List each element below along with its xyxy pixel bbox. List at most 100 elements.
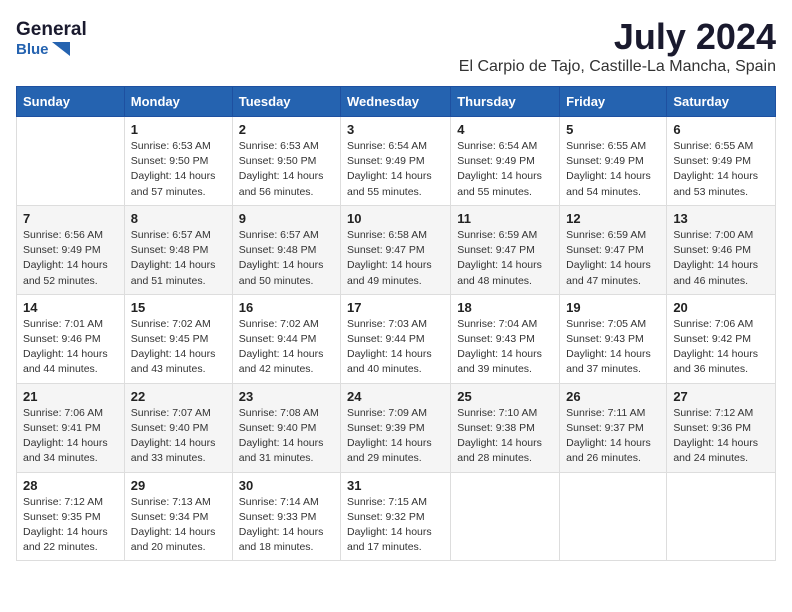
calendar-cell [560, 472, 667, 561]
day-info: Sunrise: 7:02 AMSunset: 9:45 PMDaylight:… [131, 317, 226, 378]
calendar-week-row: 14 Sunrise: 7:01 AMSunset: 9:46 PMDayligh… [17, 294, 776, 383]
calendar-week-row: 28 Sunrise: 7:12 AMSunset: 9:35 PMDayligh… [17, 472, 776, 561]
day-info: Sunrise: 6:57 AMSunset: 9:48 PMDaylight:… [239, 228, 334, 289]
logo-general-text: General [16, 20, 87, 41]
calendar-cell: 10Sunrise: 6:58 AMSunset: 9:47 PMDayligh… [341, 205, 451, 294]
calendar-cell: 16Sunrise: 7:02 AMSunset: 9:44 PMDayligh… [232, 294, 340, 383]
day-info: Sunrise: 7:02 AMSunset: 9:44 PMDaylight:… [239, 317, 334, 378]
day-number: 28 [23, 478, 118, 493]
day-number: 20 [673, 300, 769, 315]
day-number: 4 [457, 122, 553, 137]
day-info: Sunrise: 7:03 AMSunset: 9:44 PMDaylight:… [347, 317, 444, 378]
weekday-header: Monday [124, 87, 232, 117]
calendar-cell: 11Sunrise: 6:59 AMSunset: 9:47 PMDayligh… [451, 205, 560, 294]
day-number: 9 [239, 211, 334, 226]
day-info: Sunrise: 7:00 AMSunset: 9:46 PMDaylight:… [673, 228, 769, 289]
weekday-header: Wednesday [341, 87, 451, 117]
day-info: Sunrise: 7:07 AMSunset: 9:40 PMDaylight:… [131, 406, 226, 467]
logo-wrapper: General Blue [16, 16, 87, 58]
day-number: 23 [239, 389, 334, 404]
calendar-cell: 1 Sunrise: 6:53 AMSunset: 9:50 PMDaylight… [124, 117, 232, 206]
day-number: 27 [673, 389, 769, 404]
month-title: July 2024 [459, 16, 776, 58]
calendar-week-row: 1 Sunrise: 6:53 AMSunset: 9:50 PMDaylight… [17, 117, 776, 206]
day-info: Sunrise: 6:56 AMSunset: 9:49 PMDaylight:… [23, 228, 118, 289]
day-number: 8 [131, 211, 226, 226]
calendar-cell: 30 Sunrise: 7:14 AMSunset: 9:33 PMDayligh… [232, 472, 340, 561]
day-info: Sunrise: 7:01 AMSunset: 9:46 PMDaylight:… [23, 317, 118, 378]
calendar-cell: 3 Sunrise: 6:54 AMSunset: 9:49 PMDaylight… [341, 117, 451, 206]
day-number: 5 [566, 122, 660, 137]
day-number: 31 [347, 478, 444, 493]
logo-blue-text: Blue [16, 41, 49, 58]
day-info: Sunrise: 6:54 AMSunset: 9:49 PMDaylight:… [457, 139, 553, 200]
day-number: 30 [239, 478, 334, 493]
calendar-cell: 13 Sunrise: 7:00 AMSunset: 9:46 PMDayligh… [667, 205, 776, 294]
calendar-table: SundayMondayTuesdayWednesdayThursdayFrid… [16, 86, 776, 561]
day-info: Sunrise: 7:06 AMSunset: 9:42 PMDaylight:… [673, 317, 769, 378]
location-title: El Carpio de Tajo, Castille-La Mancha, S… [459, 58, 776, 76]
calendar-cell: 6Sunrise: 6:55 AMSunset: 9:49 PMDaylight… [667, 117, 776, 206]
title-section: July 2024 El Carpio de Tajo, Castille-La… [459, 16, 776, 76]
day-number: 2 [239, 122, 334, 137]
day-number: 1 [131, 122, 226, 137]
weekday-header: Friday [560, 87, 667, 117]
day-number: 25 [457, 389, 553, 404]
calendar-cell: 15Sunrise: 7:02 AMSunset: 9:45 PMDayligh… [124, 294, 232, 383]
calendar-cell: 5Sunrise: 6:55 AMSunset: 9:49 PMDaylight… [560, 117, 667, 206]
calendar-cell: 22 Sunrise: 7:07 AMSunset: 9:40 PMDayligh… [124, 383, 232, 472]
calendar-cell [451, 472, 560, 561]
day-info: Sunrise: 7:15 AMSunset: 9:32 PMDaylight:… [347, 495, 444, 556]
day-info: Sunrise: 7:12 AMSunset: 9:36 PMDaylight:… [673, 406, 769, 467]
calendar-cell: 12Sunrise: 6:59 AMSunset: 9:47 PMDayligh… [560, 205, 667, 294]
day-info: Sunrise: 6:57 AMSunset: 9:48 PMDaylight:… [131, 228, 226, 289]
calendar-cell [17, 117, 125, 206]
day-info: Sunrise: 6:53 AMSunset: 9:50 PMDaylight:… [239, 139, 334, 200]
day-number: 6 [673, 122, 769, 137]
weekday-header: Sunday [17, 87, 125, 117]
calendar-cell: 7 Sunrise: 6:56 AMSunset: 9:49 PMDaylight… [17, 205, 125, 294]
calendar-cell: 18Sunrise: 7:04 AMSunset: 9:43 PMDayligh… [451, 294, 560, 383]
calendar-week-row: 21Sunrise: 7:06 AMSunset: 9:41 PMDayligh… [17, 383, 776, 472]
day-number: 13 [673, 211, 769, 226]
day-number: 24 [347, 389, 444, 404]
calendar-cell: 19 Sunrise: 7:05 AMSunset: 9:43 PMDayligh… [560, 294, 667, 383]
calendar-week-row: 7 Sunrise: 6:56 AMSunset: 9:49 PMDaylight… [17, 205, 776, 294]
day-number: 19 [566, 300, 660, 315]
logo-blue-row: Blue [16, 41, 70, 58]
weekday-header: Saturday [667, 87, 776, 117]
calendar-header-row: SundayMondayTuesdayWednesdayThursdayFrid… [17, 87, 776, 117]
calendar-cell: 31 Sunrise: 7:15 AMSunset: 9:32 PMDayligh… [341, 472, 451, 561]
calendar-cell: 27 Sunrise: 7:12 AMSunset: 9:36 PMDayligh… [667, 383, 776, 472]
day-info: Sunrise: 6:54 AMSunset: 9:49 PMDaylight:… [347, 139, 444, 200]
calendar-cell [667, 472, 776, 561]
calendar-cell: 26Sunrise: 7:11 AMSunset: 9:37 PMDayligh… [560, 383, 667, 472]
calendar-cell: 14 Sunrise: 7:01 AMSunset: 9:46 PMDayligh… [17, 294, 125, 383]
day-number: 22 [131, 389, 226, 404]
day-info: Sunrise: 6:53 AMSunset: 9:50 PMDaylight:… [131, 139, 226, 200]
day-info: Sunrise: 7:13 AMSunset: 9:34 PMDaylight:… [131, 495, 226, 556]
day-number: 18 [457, 300, 553, 315]
day-info: Sunrise: 7:09 AMSunset: 9:39 PMDaylight:… [347, 406, 444, 467]
weekday-header: Tuesday [232, 87, 340, 117]
calendar-cell: 24 Sunrise: 7:09 AMSunset: 9:39 PMDayligh… [341, 383, 451, 472]
calendar-cell: 8 Sunrise: 6:57 AMSunset: 9:48 PMDaylight… [124, 205, 232, 294]
page-header: General Blue July 2024 El Carpio de Tajo… [16, 16, 776, 76]
day-info: Sunrise: 7:08 AMSunset: 9:40 PMDaylight:… [239, 406, 334, 467]
day-info: Sunrise: 7:05 AMSunset: 9:43 PMDaylight:… [566, 317, 660, 378]
day-number: 14 [23, 300, 118, 315]
day-number: 21 [23, 389, 118, 404]
day-info: Sunrise: 7:14 AMSunset: 9:33 PMDaylight:… [239, 495, 334, 556]
day-info: Sunrise: 7:10 AMSunset: 9:38 PMDaylight:… [457, 406, 553, 467]
calendar-cell: 23 Sunrise: 7:08 AMSunset: 9:40 PMDayligh… [232, 383, 340, 472]
day-number: 10 [347, 211, 444, 226]
day-info: Sunrise: 7:11 AMSunset: 9:37 PMDaylight:… [566, 406, 660, 467]
day-number: 3 [347, 122, 444, 137]
calendar-cell: 4 Sunrise: 6:54 AMSunset: 9:49 PMDaylight… [451, 117, 560, 206]
calendar-cell: 28 Sunrise: 7:12 AMSunset: 9:35 PMDayligh… [17, 472, 125, 561]
day-number: 12 [566, 211, 660, 226]
day-number: 7 [23, 211, 118, 226]
calendar-cell: 9 Sunrise: 6:57 AMSunset: 9:48 PMDaylight… [232, 205, 340, 294]
day-info: Sunrise: 7:12 AMSunset: 9:35 PMDaylight:… [23, 495, 118, 556]
calendar-cell: 25 Sunrise: 7:10 AMSunset: 9:38 PMDayligh… [451, 383, 560, 472]
